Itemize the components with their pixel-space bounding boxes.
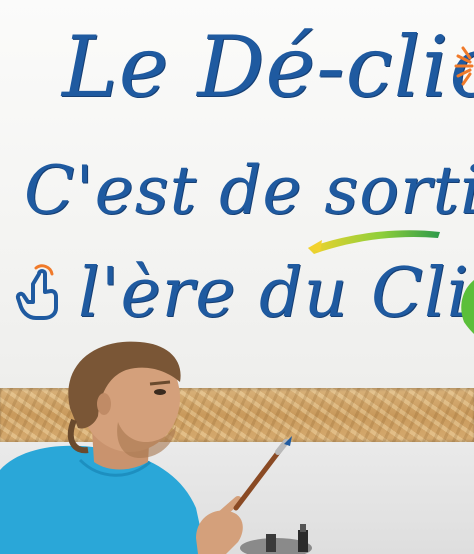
sun-icon (454, 46, 474, 86)
paintbrush-icon (233, 436, 292, 511)
brush-underline-icon (308, 230, 440, 254)
photo-scene: Le Dé-clic C'est de sortir de l'ère du C… (0, 0, 474, 554)
leaf-icon (461, 280, 474, 334)
sign-line-1: Le Dé-clic (62, 18, 474, 116)
sign-line-3: l'ère du Clic (78, 254, 474, 333)
hand-pointer-icon (15, 264, 58, 320)
